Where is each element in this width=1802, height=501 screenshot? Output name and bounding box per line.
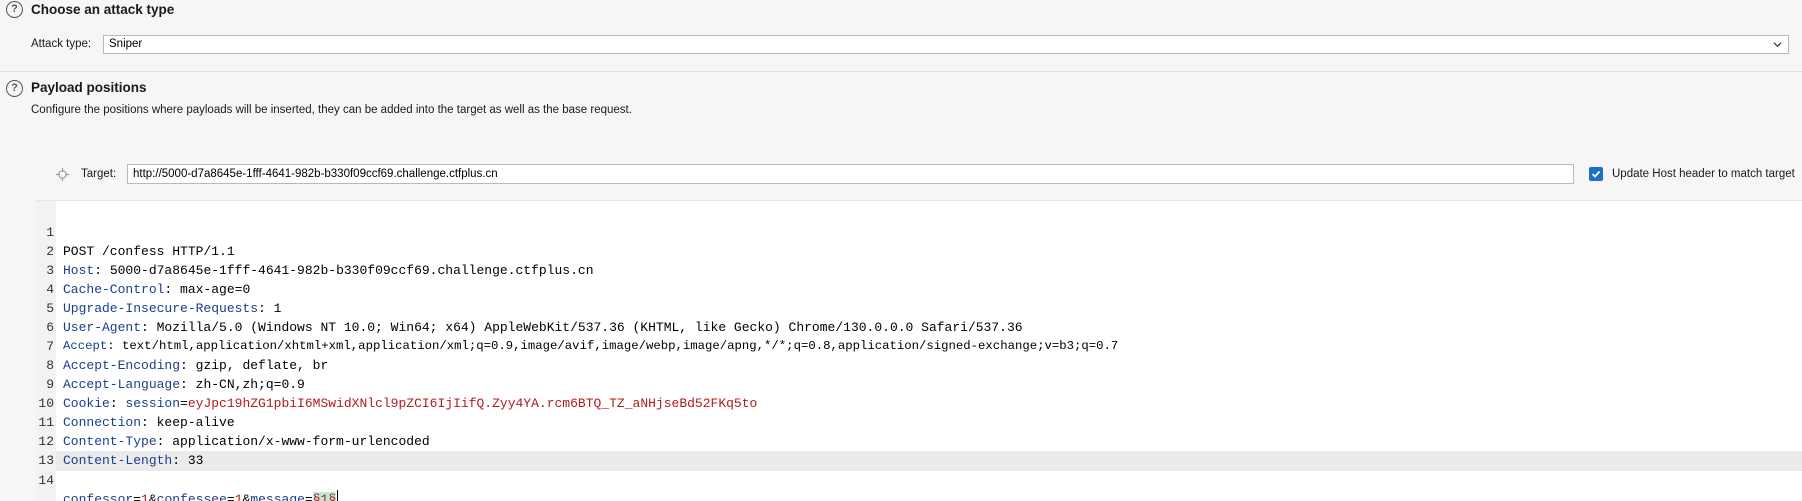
request-line: 1 POST /confess HTTP/1.1 [36,204,234,259]
header-value: max-age=0 [180,282,251,297]
header-name: Accept-Language [63,377,181,392]
body-line: 14 confessor=1&confessee=1&message=§1§ [36,452,339,501]
header-line: 7 Accept-Encoding: gzip, deflate, br [36,318,328,373]
cookie-name: session [125,396,181,411]
header-line: 11 Content-Type: application/x-www-form-… [36,394,429,449]
help-icon[interactable]: ? [6,80,23,97]
header-name: Content-Type [63,434,157,449]
current-line-highlight [56,451,1802,471]
header-value: application/x-www-form-urlencoded [172,434,430,449]
request-line-text: POST /confess HTTP/1.1 [63,244,235,259]
cookie-line: 9 Cookie: session=eyJpc19hZG1pbiI6MSwidX… [36,356,757,411]
header-line: 4 Upgrade-Insecure-Requests: 1 [36,261,281,316]
attack-type-value: Sniper [109,38,143,50]
header-name: Cookie [63,396,110,411]
header-name: Host [63,263,95,278]
attack-type-label: Attack type: [31,38,92,50]
header-line: 10 Connection: keep-alive [36,375,234,430]
header-line: 12 Content-Length: 33 [36,413,203,468]
update-host-checkbox[interactable] [1589,167,1603,181]
header-line: 2 Host: 5000-d7a8645e-1fff-4641-982b-b33… [36,223,593,278]
header-value: gzip, deflate, br [195,358,329,373]
payload-positions-description: Configure the positions where payloads w… [31,104,632,116]
param-name: confessee [156,492,227,501]
header-line: 5 User-Agent: Mozilla/5.0 (Windows NT 10… [36,280,1022,335]
line-number: 14 [38,473,54,488]
header-name: Connection [63,415,142,430]
section-divider [0,71,1802,72]
text-caret [337,490,339,501]
param-name: confessor [63,492,134,501]
payload-positions-title: Payload positions [31,80,147,95]
header-name: Accept-Encoding [63,358,181,373]
update-host-label: Update Host header to match target [1612,168,1795,180]
help-icon[interactable]: ? [6,1,23,18]
blank-line: 13 [36,432,54,468]
header-line: 6 Accept: text/html,application/xhtml+xm… [36,299,1118,353]
attack-type-title: Choose an attack type [31,2,175,17]
header-name: Cache-Control [63,282,165,297]
payload-marker[interactable]: §1§ [312,492,337,501]
header-value: keep-alive [156,415,235,430]
header-value: 5000-d7a8645e-1fff-4641-982b-b330f09ccf6… [109,263,594,278]
header-value: 1 [273,301,282,316]
attack-type-select[interactable]: Sniper [103,35,1789,54]
header-name: Upgrade-Insecure-Requests [63,301,259,316]
header-value: zh-CN,zh;q=0.9 [195,377,305,392]
param-value: 1 [234,492,243,501]
header-name: Content-Length [63,453,173,468]
header-line: 3 Cache-Control: max-age=0 [36,242,250,297]
header-line: 8 Accept-Language: zh-CN,zh;q=0.9 [36,337,305,392]
header-value: 33 [187,453,204,468]
target-url-input[interactable]: http://5000-d7a8645e-1fff-4641-982b-b330… [127,164,1574,184]
header-name: Accept [63,339,108,353]
header-value: Mozilla/5.0 (Windows NT 10.0; Win64; x64… [156,320,1023,335]
param-value: 1 [141,492,149,501]
checkmark-icon [1591,170,1601,178]
crosshair-icon [56,168,69,181]
target-label: Target: [81,168,117,180]
header-value: text/html,application/xhtml+xml,applicat… [122,339,1119,353]
chevron-down-icon [1773,42,1782,48]
param-name: message [250,492,305,501]
header-name: User-Agent [63,320,142,335]
cookie-value: eyJpc19hZG1pbiI6MSwidXNlcl9pZCI6IjIifQ.Z… [187,396,758,411]
